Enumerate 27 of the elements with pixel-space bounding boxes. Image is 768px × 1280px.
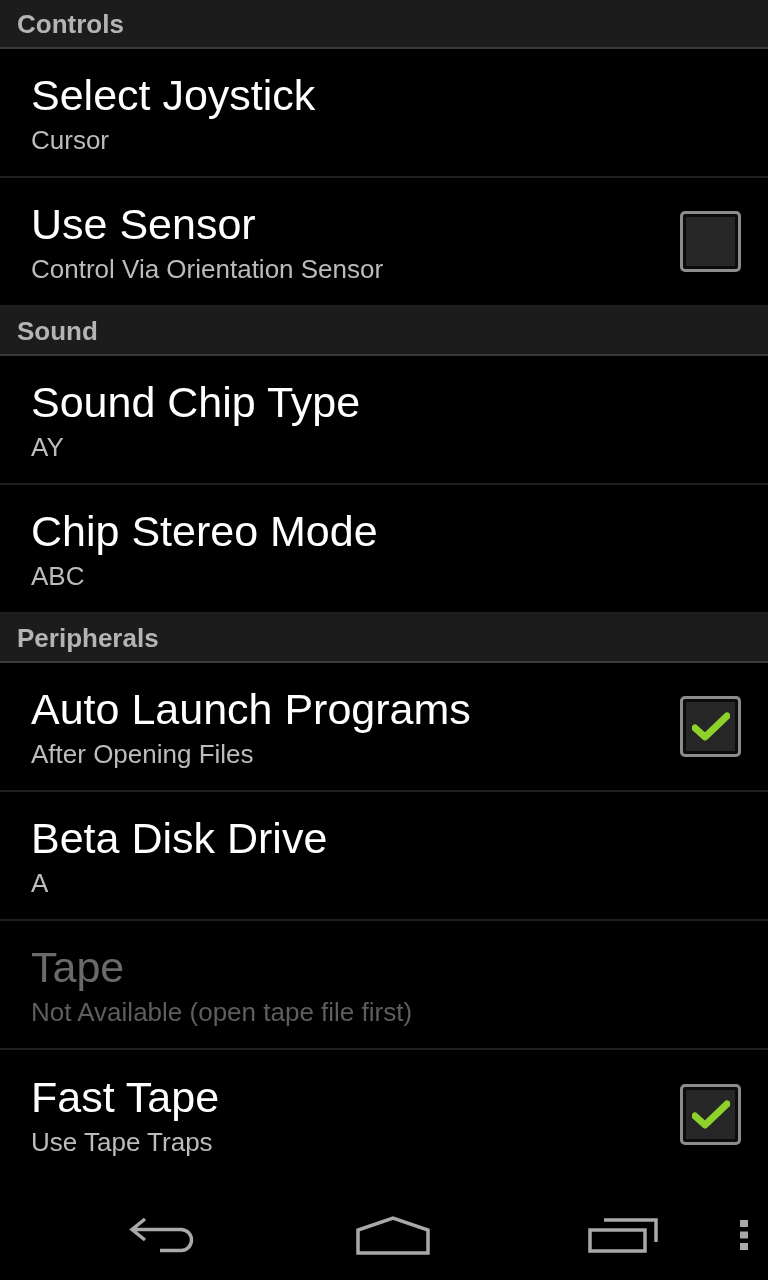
preference-title[interactable]: Chip Stereo Mode xyxy=(31,504,378,557)
checkmark-icon xyxy=(691,711,730,742)
preference-title[interactable]: Beta Disk Drive xyxy=(31,811,328,864)
section-title: Controls xyxy=(17,7,124,40)
preference-summary: Control Via Orientation Sensor xyxy=(31,252,384,286)
preference-summary: AY xyxy=(31,430,64,464)
checkbox[interactable] xyxy=(680,211,741,272)
preference-title[interactable]: Use Sensor xyxy=(31,197,256,250)
menu-icon[interactable] xyxy=(740,1220,748,1250)
preference-summary: A xyxy=(31,866,49,900)
preference-summary: Use Tape Traps xyxy=(31,1125,213,1159)
preference-summary: ABC xyxy=(31,559,85,593)
preference-title[interactable]: Fast Tape xyxy=(31,1070,220,1123)
preference-summary: After Opening Files xyxy=(31,737,254,771)
section-title: Sound xyxy=(17,314,98,347)
preference-summary: Not Available (open tape file first) xyxy=(31,995,413,1029)
recent-apps-icon[interactable] xyxy=(588,1217,658,1253)
preference-title: Tape xyxy=(31,941,125,993)
preference-title[interactable]: Sound Chip Type xyxy=(31,375,361,428)
section-title: Peripherals xyxy=(17,621,159,654)
preference-title[interactable]: Auto Launch Programs xyxy=(31,682,471,735)
checkbox[interactable] xyxy=(680,1084,741,1145)
preference-title[interactable]: Select Joystick xyxy=(31,68,316,121)
home-icon[interactable] xyxy=(356,1215,430,1255)
preference-summary: Cursor xyxy=(31,123,109,157)
checkmark-icon xyxy=(691,1099,730,1130)
checkbox[interactable] xyxy=(680,696,741,757)
